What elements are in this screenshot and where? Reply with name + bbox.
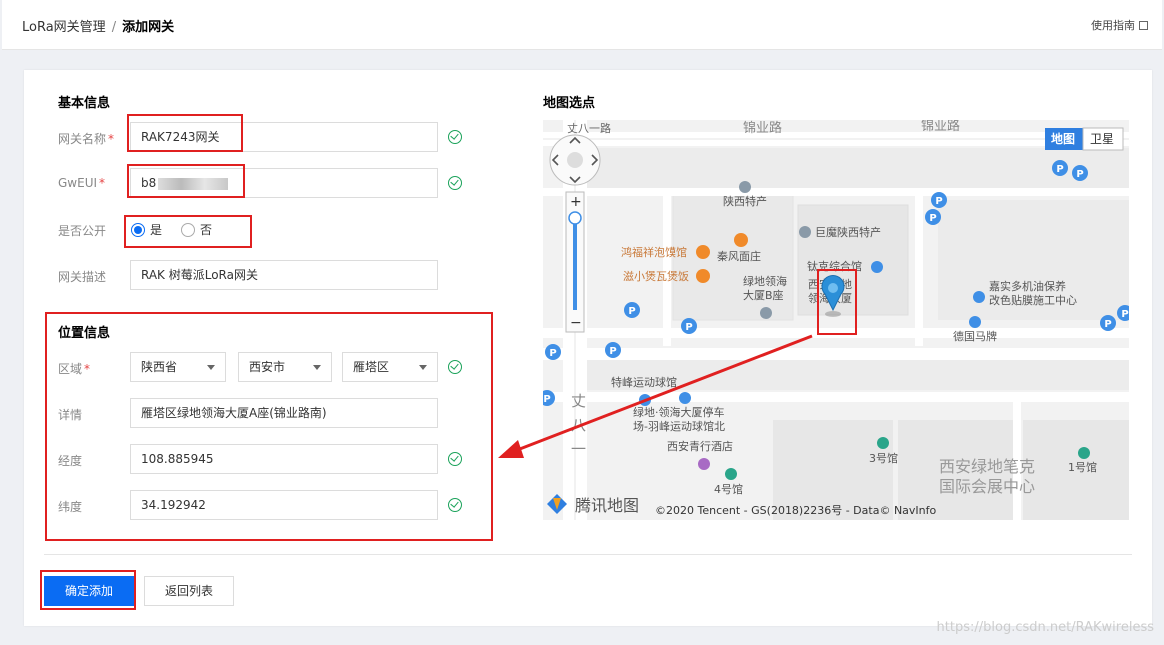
chevron-down-icon [313, 365, 321, 370]
map-label: 锦业路 [921, 120, 960, 134]
svg-text:P: P [1076, 169, 1083, 180]
city-select[interactable]: 西安市 [238, 352, 332, 382]
top-bar: LoRa网关管理 / 添加网关 使用指南 [2, 0, 1162, 50]
breadcrumb-separator: / [111, 20, 117, 35]
map-title: 地图选点 [543, 96, 596, 111]
zoom-slider-handle[interactable] [568, 211, 582, 225]
footer-divider [44, 554, 1132, 555]
map-label: 巨魔陕西特产 [815, 225, 881, 239]
back-to-list-button[interactable]: 返回列表 [144, 576, 234, 606]
valid-check-icon [448, 176, 462, 190]
map-label: 4号馆 [714, 482, 743, 496]
map-type-satellite-button[interactable]: 卫星 [1090, 132, 1114, 146]
map-label: 1号馆 [1068, 460, 1097, 474]
svg-text:P: P [1056, 164, 1063, 175]
chevron-down-icon [207, 365, 215, 370]
chevron-down-icon [419, 365, 427, 370]
basic-info-title: 基本信息 [58, 96, 111, 111]
map-label: 嘉实多机油保养 [989, 279, 1066, 293]
map-pan-control[interactable] [549, 134, 601, 186]
annotation-box-confirm [40, 570, 136, 610]
map-label: 西安绿地笔克 [939, 457, 1035, 476]
guide-link[interactable]: 使用指南 [1091, 17, 1148, 33]
external-link-icon [1139, 21, 1148, 30]
watermark: https://blog.csdn.net/RAKwireless [936, 620, 1154, 635]
svg-text:腾讯地图: 腾讯地图 [575, 496, 639, 515]
map-label: 丈八一路 [567, 122, 611, 135]
map-copyright: ©2020 Tencent - GS(2018)2236号 - Data© Na… [655, 504, 937, 517]
zoom-in-button[interactable]: + [570, 194, 582, 210]
description-input[interactable]: RAK 树莓派LoRa网关 [130, 260, 438, 290]
map-label: 鸿福祥泡馍馆 [621, 245, 687, 259]
valid-check-icon [448, 498, 462, 512]
annotation-box-eui [127, 164, 245, 198]
description-label: 网关描述 [58, 270, 107, 284]
map-label: 绿地领海 [743, 274, 787, 288]
breadcrumb: LoRa网关管理 / 添加网关 [22, 16, 174, 35]
map-label: 德国马牌 [953, 329, 997, 343]
svg-text:P: P [1121, 309, 1128, 320]
svg-text:P: P [929, 213, 936, 224]
map-type-toggle[interactable]: 地图 卫星 [1045, 127, 1124, 151]
latitude-input[interactable]: 34.192942 [130, 490, 438, 520]
map-label: 国际会展中心 [939, 477, 1035, 496]
gweui-label: GwEUI * [58, 176, 106, 190]
valid-check-icon [448, 360, 462, 374]
map-label: 3号馆 [869, 451, 898, 465]
guide-label: 使用指南 [1091, 19, 1135, 32]
valid-check-icon [448, 452, 462, 466]
annotation-box-name [127, 114, 243, 152]
svg-text:P: P [1104, 319, 1111, 330]
gateway-name-label: 网关名称 * [58, 132, 115, 146]
detail-input[interactable]: 雁塔区绿地领海大厦A座(锦业路南) [130, 398, 438, 428]
map-label: 改色贴膜施工中心 [989, 293, 1077, 307]
map-type-map-button[interactable]: 地图 [1051, 131, 1075, 146]
valid-check-icon [448, 130, 462, 144]
map-label: 滋小煲瓦煲饭 [623, 270, 689, 283]
longitude-input[interactable]: 108.885945 [130, 444, 438, 474]
longitude-label: 经度 [58, 454, 83, 468]
annotation-arrow [498, 334, 813, 458]
location-info-title: 位置信息 [58, 326, 111, 341]
detail-label: 详情 [58, 408, 83, 422]
map-label: 秦风面庄 [717, 249, 761, 263]
breadcrumb-current: 添加网关 [122, 20, 175, 35]
region-label: 区域 * [58, 362, 91, 376]
province-select[interactable]: 陕西省 [130, 352, 226, 382]
form-card: 基本信息 网关名称 * RAK7243网关 GwEUI * b8 是否公开 是 否 … [24, 70, 1152, 626]
public-label: 是否公开 [58, 224, 107, 238]
annotation-box-public [124, 215, 252, 248]
svg-text:P: P [628, 306, 635, 317]
map-label: 锦业路 [743, 120, 782, 136]
map-label: 大厦B座 [743, 288, 784, 302]
latitude-label: 纬度 [58, 500, 83, 514]
map-label: 陕西特产 [723, 194, 767, 208]
district-select[interactable]: 雁塔区 [342, 352, 438, 382]
map-zoom-control[interactable]: + − [565, 191, 585, 333]
svg-text:P: P [935, 196, 942, 207]
breadcrumb-parent[interactable]: LoRa网关管理 [22, 20, 106, 35]
